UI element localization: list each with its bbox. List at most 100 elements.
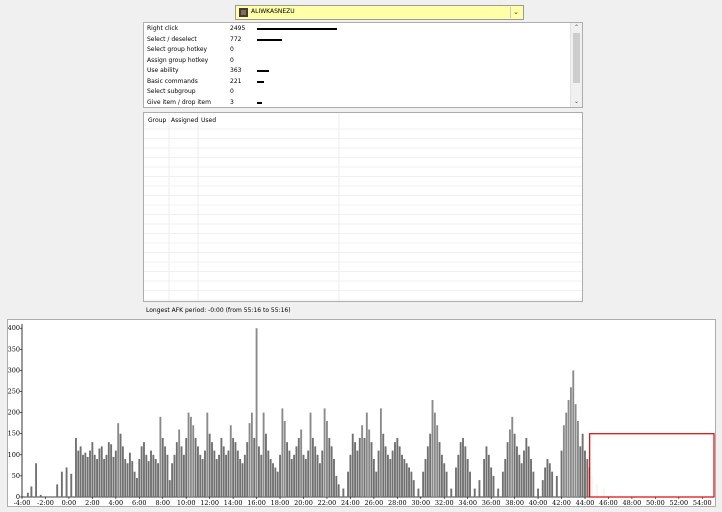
apm-bar bbox=[314, 446, 317, 497]
apm-bar bbox=[577, 421, 579, 497]
x-tick-label: 48:00 bbox=[623, 499, 642, 506]
apm-bar bbox=[541, 480, 544, 497]
apm-bar bbox=[196, 446, 199, 497]
apm-bar bbox=[192, 425, 195, 497]
stat-row[interactable]: Select group hotkey 0 bbox=[144, 45, 569, 55]
apm-bar bbox=[523, 450, 525, 497]
apm-bar bbox=[75, 437, 77, 497]
apm-bar bbox=[389, 459, 392, 497]
apm-bar bbox=[518, 454, 521, 497]
apm-bar bbox=[218, 454, 220, 497]
column-header-assigned[interactable]: Assigned bbox=[171, 117, 198, 124]
apm-bar bbox=[361, 425, 364, 497]
apm-bar bbox=[86, 456, 89, 497]
column-header-group[interactable]: Group bbox=[148, 117, 166, 124]
apm-chart[interactable]: 0 50 100 150 200 250 300 350 400 -4:00 -2:00 0:00 2:… bbox=[7, 319, 716, 507]
stat-row[interactable]: Select subgroup 0 bbox=[144, 87, 569, 97]
apm-bar bbox=[147, 461, 150, 497]
player-name: ALIWKASNEZU bbox=[251, 8, 295, 15]
scroll-thumb[interactable] bbox=[573, 33, 580, 83]
apm-chart-svg: 050100150200250300350400-4:00 -2:00 0:00 2:… bbox=[8, 324, 715, 506]
column-header-used[interactable]: Used bbox=[201, 117, 216, 124]
apm-bar bbox=[497, 488, 500, 497]
x-tick-label: 50:00 bbox=[646, 499, 665, 506]
stat-name: Basic commands bbox=[147, 77, 198, 85]
action-stats-list[interactable]: Right click 2495 Select / deselect 772 Selec… bbox=[143, 22, 583, 108]
apm-bar bbox=[56, 484, 59, 497]
apm-bar bbox=[546, 459, 549, 497]
selection-box bbox=[589, 433, 715, 498]
apm-bar bbox=[445, 471, 448, 497]
stat-name: Select / deselect bbox=[147, 35, 197, 43]
stat-row[interactable]: Use ability 363 bbox=[144, 66, 569, 76]
apm-bar bbox=[82, 454, 84, 497]
apm-bar bbox=[239, 459, 242, 497]
apm-bar bbox=[286, 442, 289, 497]
apm-bar bbox=[98, 448, 101, 497]
apm-bar bbox=[215, 459, 218, 497]
apm-bar bbox=[408, 467, 410, 497]
y-tick-label: 250 bbox=[8, 388, 20, 396]
apm-bar bbox=[431, 399, 434, 497]
apm-bar bbox=[225, 454, 228, 497]
apm-bar bbox=[562, 425, 565, 497]
stat-bar bbox=[257, 70, 269, 72]
apm-bar bbox=[436, 425, 439, 497]
apm-bar bbox=[269, 459, 272, 497]
apm-bar bbox=[96, 459, 99, 497]
apm-bar bbox=[241, 463, 244, 497]
apm-bar bbox=[201, 459, 204, 497]
stat-row[interactable]: Right click 2495 bbox=[144, 24, 569, 34]
scroll-up-icon[interactable]: ⌃ bbox=[571, 23, 582, 33]
apm-bar bbox=[567, 399, 570, 497]
stats-scrollbar[interactable]: ⌃ ⌄ bbox=[570, 23, 582, 107]
apm-bar bbox=[464, 446, 467, 497]
x-tick-label: 16:00 bbox=[247, 499, 266, 506]
apm-bar bbox=[157, 463, 159, 497]
apm-bar bbox=[326, 421, 328, 497]
hotkey-group-table[interactable]: Group Assigned Used bbox=[143, 112, 583, 302]
apm-bar bbox=[363, 437, 366, 497]
x-tick-label: 52:00 bbox=[669, 499, 688, 506]
stat-name: Select group hotkey bbox=[147, 46, 208, 53]
apm-bar bbox=[487, 454, 490, 497]
apm-bar bbox=[229, 425, 232, 497]
apm-bar bbox=[473, 488, 476, 497]
apm-bar bbox=[166, 454, 169, 497]
apm-bar bbox=[429, 433, 432, 497]
apm-bar bbox=[384, 446, 387, 497]
player-select[interactable]: ALIWKASNEZU ⌄ bbox=[235, 5, 524, 20]
x-tick-label: 2:00 bbox=[85, 499, 100, 506]
apm-bar bbox=[422, 471, 425, 497]
apm-bar bbox=[206, 412, 209, 497]
x-tick-label: 54:00 bbox=[693, 499, 712, 506]
apm-bar bbox=[508, 429, 511, 497]
apm-bar bbox=[349, 454, 352, 497]
apm-bar bbox=[250, 412, 253, 497]
stat-row[interactable]: Select / deselect 772 bbox=[144, 35, 569, 45]
stat-bar bbox=[257, 38, 282, 41]
apm-bar bbox=[478, 480, 481, 497]
apm-bar bbox=[152, 454, 155, 497]
stat-count: 772 bbox=[230, 35, 242, 43]
x-tick-label: 18:00 bbox=[271, 499, 290, 506]
apm-bar bbox=[506, 442, 509, 497]
stat-row[interactable]: Give item / drop item 3 bbox=[144, 98, 569, 108]
apm-bar bbox=[65, 467, 68, 497]
apm-bar bbox=[131, 461, 134, 497]
chevron-down-icon[interactable]: ⌄ bbox=[510, 7, 521, 18]
apm-bar bbox=[438, 442, 441, 497]
apm-bar bbox=[232, 437, 235, 497]
apm-bar bbox=[584, 450, 586, 497]
apm-bar bbox=[274, 467, 277, 497]
apm-bar bbox=[455, 467, 457, 497]
apm-bar bbox=[302, 454, 305, 497]
apm-bar bbox=[279, 454, 281, 497]
stat-row[interactable]: Assign group hotkey 0 bbox=[144, 56, 569, 66]
x-tick-label: 4:00 bbox=[109, 499, 124, 506]
stat-row[interactable]: Basic commands 221 bbox=[144, 77, 569, 87]
apm-bar bbox=[440, 454, 443, 497]
apm-bar bbox=[377, 450, 380, 497]
apm-bar bbox=[316, 454, 319, 497]
scroll-down-icon[interactable]: ⌄ bbox=[571, 97, 582, 107]
